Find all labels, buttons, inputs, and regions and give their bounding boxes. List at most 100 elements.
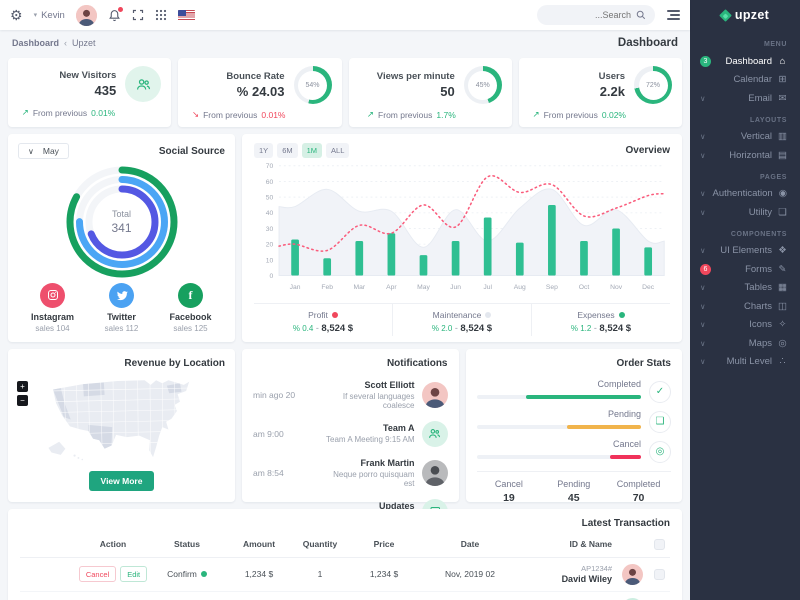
- notification-item[interactable]: am 8:54 Frank Martin Neque porro quisqua…: [253, 458, 448, 488]
- maintenance-dot: [485, 312, 491, 318]
- chevron-down-icon: ∨: [700, 320, 708, 329]
- stat-card-views-per-minute: Views per minute 50 45% ↗ From previous …: [349, 58, 512, 127]
- breadcrumb-section[interactable]: Dashboard: [12, 38, 59, 48]
- stat-card-bounce-rate: Bounce Rate % 24.03 54% ↘ From previous …: [178, 58, 341, 127]
- sparkle-icon: ✧: [777, 319, 788, 330]
- home-icon: ⌂: [777, 56, 788, 67]
- overview-chart: 010203040506070JanFebMarAprMayJunJulAugS…: [254, 160, 670, 301]
- range-1y[interactable]: 1Y: [254, 143, 273, 158]
- chevron-down-icon: ∨: [700, 283, 708, 292]
- sidebar-item-calendar[interactable]: Calendar ⊞: [690, 71, 800, 90]
- fullscreen-icon[interactable]: [132, 9, 144, 21]
- language-flag-icon[interactable]: [178, 10, 195, 21]
- usa-map[interactable]: [18, 371, 225, 471]
- check-circle-icon[interactable]: ✓: [649, 381, 671, 403]
- share-icon: ∴: [777, 356, 788, 367]
- order-stats-card: Order Stats Completed ✓ Pending ❑: [466, 349, 683, 502]
- svg-text:10: 10: [266, 257, 274, 264]
- range-all[interactable]: ALL: [326, 143, 349, 158]
- target-icon[interactable]: ◎: [649, 441, 671, 463]
- svg-text:Jul: Jul: [483, 284, 492, 291]
- revenue-by-location-card: Revenue by Location + −: [8, 349, 235, 502]
- chevron-down-icon: ∨: [700, 339, 708, 348]
- profit-dot: [332, 312, 338, 318]
- range-switcher: 1Y 6M 1M ALL: [254, 143, 349, 158]
- progress-track: [477, 425, 642, 429]
- view-more-button[interactable]: View More: [89, 471, 155, 491]
- map-zoom-in-button[interactable]: +: [17, 381, 28, 392]
- svg-text:70: 70: [266, 163, 274, 170]
- sidebar-item-icons[interactable]: ∨ Icons ✧: [690, 316, 800, 335]
- map-state-texas: [88, 424, 112, 448]
- sidebar-item-authentication[interactable]: ∨ Authentication ◉: [690, 185, 800, 204]
- sidebar-item-horizontal[interactable]: ∨ Horizontal ▤: [690, 146, 800, 165]
- svg-text:0: 0: [270, 273, 274, 280]
- range-6m[interactable]: 6M: [277, 143, 297, 158]
- sidebar-item-ui-elements[interactable]: ∨ UI Elements ❖: [690, 242, 800, 261]
- twitter-icon[interactable]: [109, 283, 134, 308]
- notifications-bell-icon[interactable]: [108, 9, 121, 22]
- package-icon: ❖: [777, 245, 788, 256]
- sidebar-item-vertical[interactable]: ∨ Vertical ▥: [690, 128, 800, 147]
- progress-track: [477, 395, 642, 399]
- instagram-icon[interactable]: [40, 283, 65, 308]
- top-bar: ⚙ ▾ Kevin: [0, 0, 690, 30]
- calendar-icon: ⊞: [777, 74, 788, 85]
- menu-toggle-icon[interactable]: [667, 10, 680, 20]
- map-zoom-out-button[interactable]: −: [17, 395, 28, 406]
- status-dot: [201, 571, 207, 577]
- badge: 3: [700, 56, 711, 67]
- chevron-down-icon: ▾: [34, 11, 38, 19]
- search-input[interactable]: [551, 10, 631, 20]
- facebook-icon[interactable]: f: [178, 283, 203, 308]
- breadcrumb-separator: ‹: [64, 38, 67, 48]
- card-title: Notifications: [253, 358, 448, 369]
- user-avatar[interactable]: [76, 5, 97, 26]
- channel-instagram: Instagram sales 104: [18, 283, 87, 333]
- cancel-button[interactable]: Cancel: [79, 566, 116, 582]
- calendar-icon[interactable]: ❑: [649, 411, 671, 433]
- mail-icon: ✉: [777, 93, 788, 104]
- brand-logo[interactable]: upzet: [690, 0, 800, 30]
- sidebar-item-forms[interactable]: 6 Forms ✎: [690, 260, 800, 279]
- sidebar-nav: MENU 3 Dashboard ⌂ Calendar ⊞ ∨ Email ✉ …: [690, 30, 800, 371]
- edit-icon: ✎: [777, 264, 788, 275]
- svg-text:Mar: Mar: [353, 284, 365, 291]
- settings-gear-icon[interactable]: ⚙: [10, 8, 23, 22]
- order-bar-cancel: Cancel ◎: [477, 439, 672, 459]
- chevron-down-icon: ∨: [700, 189, 707, 198]
- sidebar-item-utility[interactable]: ∨ Utility ❏: [690, 203, 800, 222]
- legend-expenses: Expenses % 1.2 - 8,524 $: [531, 304, 670, 336]
- overview-card: 1Y 6M 1M ALL Overview 010203040506070Jan…: [242, 134, 682, 342]
- month-dropdown[interactable]: ∨ May: [18, 143, 69, 159]
- sidebar-item-maps[interactable]: ∨ Maps ◎: [690, 334, 800, 353]
- chevron-down-icon: ∨: [700, 132, 708, 141]
- trend-down-icon: ↘: [192, 109, 199, 120]
- channel-facebook: f Facebook sales 125: [156, 283, 225, 333]
- select-all-checkbox[interactable]: [654, 539, 665, 550]
- svg-text:Apr: Apr: [386, 284, 397, 291]
- card-title: Revenue by Location: [18, 358, 225, 369]
- apps-grid-icon[interactable]: [155, 9, 167, 21]
- row-checkbox[interactable]: [654, 569, 665, 580]
- layout-vertical-icon: ▥: [777, 131, 788, 142]
- bar-chart-icon: ◫: [777, 301, 788, 312]
- gauge-72: 72%: [634, 66, 672, 104]
- notification-item[interactable]: am 9:00 Team A Team A Meeting 9:15 AM: [253, 421, 448, 447]
- stat-card-new-visitors: New Visitors 435 ↗ From previous 0.01%: [8, 58, 171, 127]
- chevron-down-icon: ∨: [700, 246, 708, 255]
- sidebar-item-email[interactable]: ∨ Email ✉: [690, 89, 800, 108]
- total-value: 341: [111, 221, 131, 235]
- edit-button[interactable]: Edit: [120, 566, 147, 582]
- breadcrumb-page: Upzet: [72, 38, 96, 48]
- notification-item[interactable]: min ago 20 Scott Elliott If several lang…: [253, 380, 448, 410]
- notification-dot: [118, 7, 123, 12]
- sidebar-item-dashboard[interactable]: 3 Dashboard ⌂: [690, 52, 800, 71]
- sidebar-item-tables[interactable]: ∨ Tables ▦: [690, 279, 800, 298]
- user-menu[interactable]: ▾ Kevin: [34, 10, 65, 21]
- table-header: Action Status Amount Quantity Price Date…: [20, 539, 670, 558]
- page-title: Dashboard: [618, 37, 678, 49]
- sidebar-item-multi-level[interactable]: ∨ Multi Level ∴: [690, 353, 800, 372]
- sidebar-item-charts[interactable]: ∨ Charts ◫: [690, 297, 800, 316]
- range-1m[interactable]: 1M: [302, 143, 322, 158]
